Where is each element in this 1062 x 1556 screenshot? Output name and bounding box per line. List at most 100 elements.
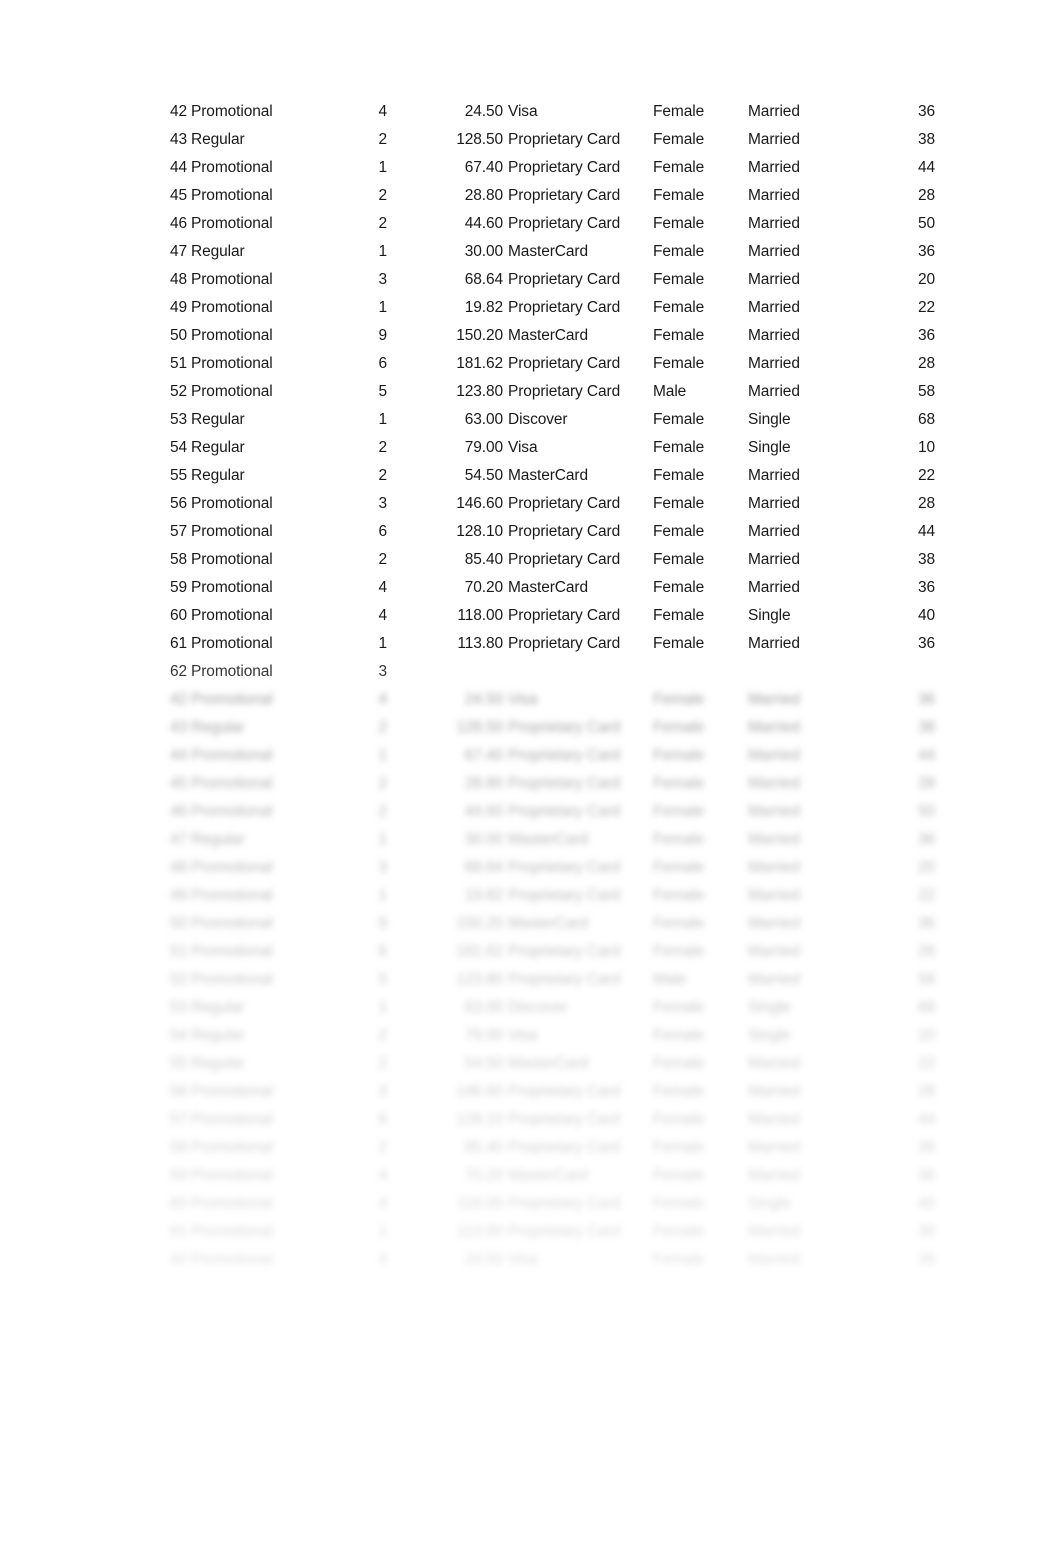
- cell-age: 10: [917, 439, 935, 456]
- table-row: 61 Promotional 1 113.80 Proprietary Card Fema…: [0, 1218, 1062, 1246]
- cell-gender: Female: [653, 299, 705, 316]
- cell-marital: Married: [748, 159, 800, 176]
- cell-gender: Female: [653, 775, 705, 792]
- cell-marital: Married: [748, 299, 800, 316]
- cell-index: 56: [169, 495, 187, 512]
- cell-amount: 146.60: [456, 1083, 503, 1100]
- cell-amount: 128.10: [456, 1111, 503, 1128]
- cell-quantity: 4: [378, 103, 387, 120]
- cell-amount: 24.50: [464, 1251, 503, 1268]
- cell-amount: 113.80: [457, 635, 503, 652]
- table-row: 51 Promotional 6 181.62 Proprietary Card Fema…: [0, 350, 1062, 378]
- cell-gender: Female: [653, 719, 705, 736]
- cell-marital: Married: [748, 523, 800, 540]
- cell-quantity: 3: [378, 271, 387, 288]
- table-row: 60 Promotional 4 118.00 Proprietary Card Fema…: [0, 1190, 1062, 1218]
- cell-age: 50: [917, 215, 935, 232]
- cell-quantity: 4: [378, 1167, 387, 1184]
- cell-age: 28: [917, 495, 935, 512]
- cell-age: 22: [917, 299, 935, 316]
- cell-marital: Married: [748, 355, 800, 372]
- cell-amount: 30.00: [464, 831, 503, 848]
- cell-type: Regular: [191, 831, 245, 848]
- cell-type: Regular: [191, 1027, 245, 1044]
- cell-index: 43: [169, 131, 187, 148]
- cell-type: Promotional: [191, 635, 273, 652]
- cell-age: 20: [917, 271, 935, 288]
- cell-amount: 123.80: [456, 383, 503, 400]
- cell-marital: Married: [748, 243, 800, 260]
- cell-gender: Female: [653, 467, 705, 484]
- cell-card: Proprietary Card: [508, 495, 621, 512]
- cell-age: 36: [917, 103, 935, 120]
- cell-age: 38: [917, 719, 935, 736]
- cell-amount: 68.64: [464, 859, 503, 876]
- cell-quantity: 2: [378, 215, 387, 232]
- cell-card: Visa: [508, 1027, 538, 1044]
- cell-age: 20: [917, 859, 935, 876]
- cell-age: 40: [917, 1195, 935, 1212]
- cell-marital: Married: [748, 551, 800, 568]
- cell-gender: Female: [653, 1195, 705, 1212]
- cell-amount: 24.50: [464, 691, 503, 708]
- cell-quantity: 2: [378, 439, 387, 456]
- cell-gender: Female: [653, 803, 705, 820]
- cell-quantity: 1: [378, 1223, 387, 1240]
- cell-age: 36: [917, 1167, 935, 1184]
- cell-type: Promotional: [191, 663, 273, 680]
- cell-marital: Married: [748, 859, 800, 876]
- cell-type: Promotional: [191, 215, 273, 232]
- cell-marital: Single: [748, 1027, 791, 1044]
- cell-marital: Married: [748, 467, 800, 484]
- cell-age: 36: [917, 1251, 935, 1268]
- table-row: 42 Promotional 4 24.50 Visa Female Married 36: [0, 686, 1062, 714]
- cell-quantity: 4: [378, 1195, 387, 1212]
- cell-age: 36: [917, 579, 935, 596]
- cell-amount: 67.40: [464, 747, 503, 764]
- cell-type: Promotional: [191, 1195, 273, 1212]
- cell-gender: Male: [653, 971, 687, 988]
- cell-quantity: 4: [378, 579, 387, 596]
- cell-age: 44: [917, 747, 935, 764]
- cell-quantity: 2: [378, 1055, 387, 1072]
- cell-index: 52: [169, 383, 187, 400]
- cell-marital: Married: [748, 943, 800, 960]
- cell-amount: 19.82: [464, 887, 503, 904]
- cell-quantity: 2: [378, 803, 387, 820]
- cell-card: Visa: [508, 103, 538, 120]
- table-row: 58 Promotional 2 85.40 Proprietary Card Femal…: [0, 1134, 1062, 1162]
- cell-gender: Female: [653, 943, 705, 960]
- cell-type: Promotional: [191, 327, 273, 344]
- cell-gender: Female: [653, 271, 705, 288]
- cell-age: 36: [917, 915, 935, 932]
- cell-age: 58: [917, 383, 935, 400]
- table-row: 51 Promotional 6 181.62 Proprietary Card Fema…: [0, 938, 1062, 966]
- cell-age: 38: [917, 551, 935, 568]
- cell-marital: Single: [748, 411, 791, 428]
- cell-marital: Single: [748, 607, 791, 624]
- table-row: 44 Promotional 1 67.40 Proprietary Card Femal…: [0, 742, 1062, 770]
- cell-gender: Female: [653, 859, 705, 876]
- cell-card: Proprietary Card: [508, 1083, 621, 1100]
- cell-index: 49: [169, 887, 187, 904]
- cell-marital: Married: [748, 887, 800, 904]
- cell-marital: Married: [748, 971, 800, 988]
- cell-card: Discover: [508, 999, 568, 1016]
- cell-type: Promotional: [191, 1251, 273, 1268]
- cell-type: Promotional: [191, 299, 273, 316]
- cell-gender: Female: [653, 1167, 705, 1184]
- cell-index: 42: [169, 1251, 187, 1268]
- cell-index: 62: [169, 663, 187, 680]
- cell-index: 60: [169, 1195, 187, 1212]
- cell-age: 28: [917, 775, 935, 792]
- table-row: 49 Promotional 1 19.82 Proprietary Card Femal…: [0, 882, 1062, 910]
- cell-marital: Married: [748, 691, 800, 708]
- cell-type: Promotional: [191, 551, 273, 568]
- cell-type: Promotional: [191, 187, 273, 204]
- cell-type: Promotional: [191, 803, 273, 820]
- cell-card: MasterCard: [508, 1055, 588, 1072]
- cell-quantity: 1: [378, 887, 387, 904]
- cell-amount: 54.50: [464, 1055, 503, 1072]
- cell-amount: 19.82: [464, 299, 503, 316]
- cell-type: Promotional: [191, 691, 273, 708]
